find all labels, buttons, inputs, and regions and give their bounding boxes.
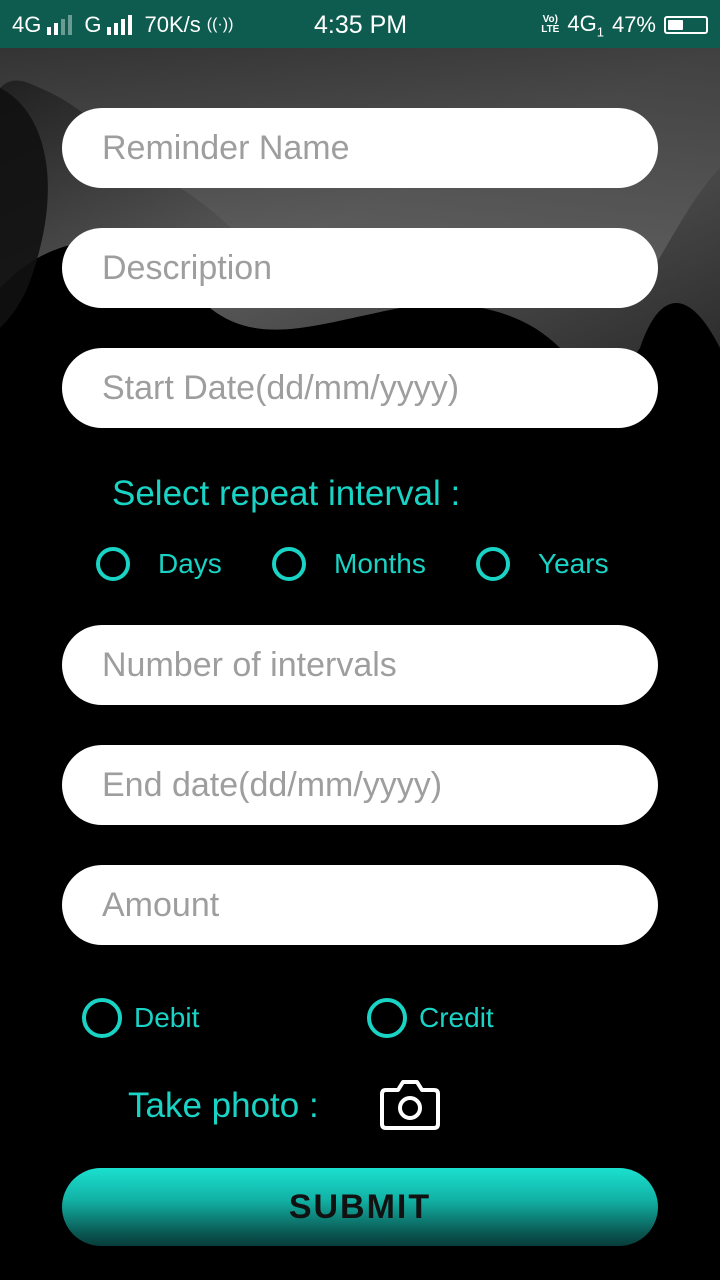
radio-label-years: Years — [538, 548, 609, 579]
start-date-input[interactable] — [62, 348, 658, 428]
network-type-2: G — [84, 12, 102, 37]
number-of-intervals-input[interactable] — [62, 625, 658, 705]
amount-input[interactable] — [62, 865, 658, 945]
radio-circle[interactable] — [272, 547, 306, 581]
reminder-form-screen: 4G G 70K/s ((·)) 4:35 PM Vo) LTE 4G1 47% — [0, 0, 720, 1280]
hotspot-icon: ((·)) — [206, 16, 234, 33]
volte-icon: Vo) LTE — [541, 15, 559, 35]
radio-circle[interactable] — [96, 547, 130, 581]
volte-bottom: LTE — [541, 24, 560, 36]
radio-label-debit: Debit — [134, 1002, 200, 1033]
battery-icon — [664, 16, 708, 35]
clock: 4:35 PM — [314, 11, 408, 39]
network-type-1: 4G — [12, 12, 42, 37]
radio-months[interactable]: Months — [272, 547, 426, 581]
sim-slot: 1 — [596, 24, 604, 40]
radio-days[interactable]: Days — [96, 547, 222, 581]
submit-button[interactable]: SUBMIT — [62, 1168, 658, 1246]
description-input[interactable] — [62, 228, 658, 308]
status-left: 4G G 70K/s ((·)) — [12, 12, 233, 38]
signal-strength-icon-2 — [107, 15, 133, 35]
radio-label-days: Days — [158, 548, 222, 579]
battery-percent: 47% — [611, 12, 656, 38]
battery-fill — [668, 20, 683, 31]
network-type-3-label: 4G — [567, 11, 597, 36]
reminder-name-input[interactable] — [62, 108, 658, 188]
status-right: Vo) LTE 4G1 47% — [541, 11, 708, 39]
radio-circle[interactable] — [82, 998, 122, 1038]
radio-years[interactable]: Years — [476, 547, 609, 581]
signal-strength-icon — [47, 15, 73, 35]
end-date-input[interactable] — [62, 745, 658, 825]
radio-label-credit: Credit — [419, 1002, 494, 1033]
radio-circle[interactable] — [367, 998, 407, 1038]
radio-debit[interactable]: Debit — [82, 998, 199, 1038]
radio-circle[interactable] — [476, 547, 510, 581]
radio-label-months: Months — [334, 548, 426, 579]
take-photo-label: Take photo : — [128, 1086, 319, 1125]
network-speed: 70K/s — [144, 12, 201, 37]
camera-icon[interactable] — [380, 1078, 440, 1130]
repeat-interval-label: Select repeat interval : — [112, 474, 461, 513]
radio-credit[interactable]: Credit — [367, 998, 494, 1038]
status-bar: 4G G 70K/s ((·)) 4:35 PM Vo) LTE 4G1 47% — [0, 0, 720, 48]
network-type-3: 4G1 — [567, 11, 604, 39]
